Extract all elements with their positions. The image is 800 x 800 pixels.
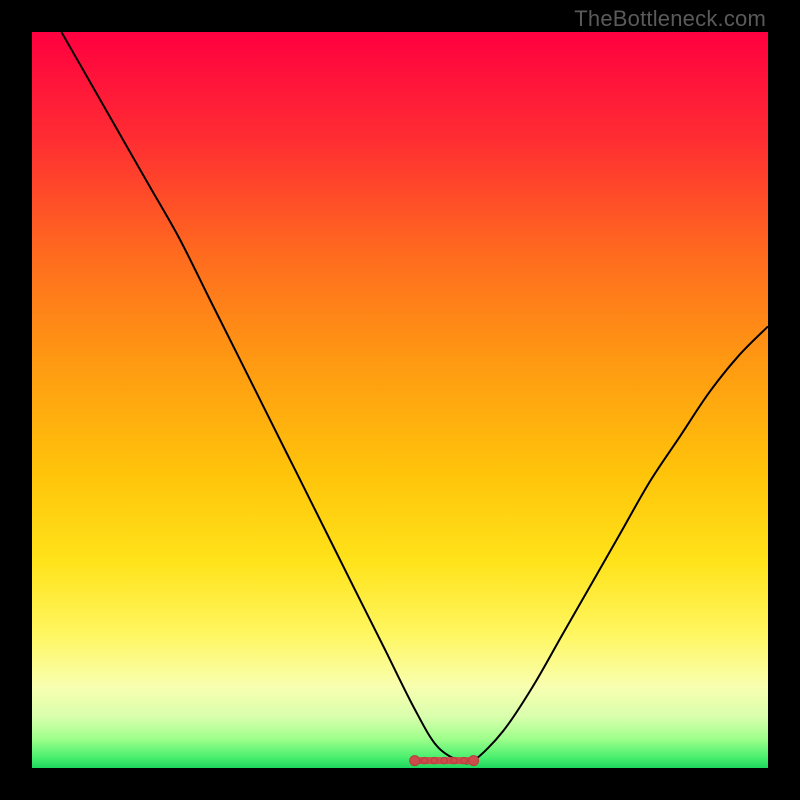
chart-frame: TheBottleneck.com (0, 0, 800, 800)
watermark-text: TheBottleneck.com (574, 6, 766, 32)
plot-area (32, 32, 768, 768)
optimal-range-marker (410, 756, 479, 766)
bottleneck-curve (61, 32, 768, 763)
curve-layer (32, 32, 768, 768)
